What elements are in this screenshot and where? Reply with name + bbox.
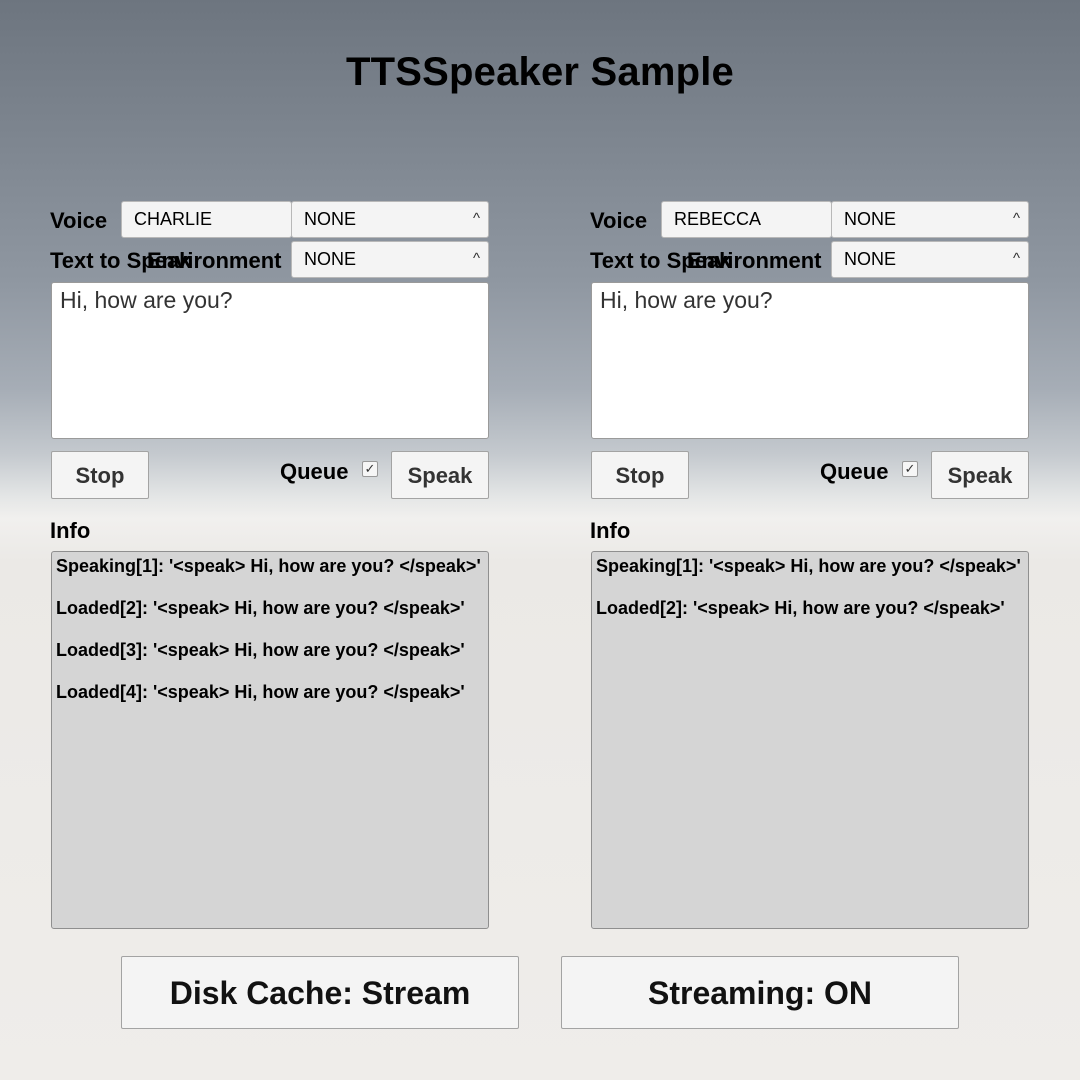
info-log-line: Loaded[2]: '<speak> Hi, how are you? </s… xyxy=(596,598,1005,618)
text-to-speak-input[interactable]: Hi, how are you? xyxy=(51,282,489,439)
speaker-panel-left: Voice CHARLIE NONE ^ Text to Speak Envir… xyxy=(50,200,490,930)
info-log-line: Speaking[1]: '<speak> Hi, how are you? <… xyxy=(56,556,481,576)
info-label: Info xyxy=(50,518,91,543)
chevron-up-icon: ^ xyxy=(1012,210,1020,227)
environment-dropdown[interactable]: NONE ^ xyxy=(291,241,489,278)
chevron-up-icon: ^ xyxy=(472,210,480,227)
check-icon: ✓ xyxy=(364,461,376,476)
info-log-line: Loaded[3]: '<speak> Hi, how are you? </s… xyxy=(56,640,465,660)
voice-label: Voice xyxy=(590,208,648,233)
environment-label: Environment xyxy=(147,248,282,273)
voice-dropdown[interactable]: NONE ^ xyxy=(831,201,1029,238)
queue-checkbox[interactable]: ✓ xyxy=(362,461,378,477)
voice-dropdown-value: NONE xyxy=(844,209,897,229)
disk-cache-button[interactable]: Disk Cache: Stream xyxy=(121,956,519,1029)
chevron-up-icon: ^ xyxy=(1012,250,1020,267)
page-title: TTSSpeaker Sample xyxy=(345,50,734,94)
info-log-line: Loaded[2]: '<speak> Hi, how are you? </s… xyxy=(56,598,465,618)
speak-button[interactable]: Speak xyxy=(931,451,1029,499)
environment-dropdown-value: NONE xyxy=(304,249,357,269)
info-log[interactable]: Speaking[1]: '<speak> Hi, how are you? <… xyxy=(591,551,1029,929)
voice-label: Voice xyxy=(50,208,108,233)
chevron-up-icon: ^ xyxy=(472,250,480,267)
streaming-button[interactable]: Streaming: ON xyxy=(561,956,959,1029)
queue-label: Queue xyxy=(820,459,889,484)
queue-checkbox[interactable]: ✓ xyxy=(902,461,918,477)
stop-button[interactable]: Stop xyxy=(51,451,149,499)
speak-button[interactable]: Speak xyxy=(391,451,489,499)
check-icon: ✓ xyxy=(904,461,916,476)
info-log-line: Speaking[1]: '<speak> Hi, how are you? <… xyxy=(596,556,1021,576)
info-log-line: Loaded[4]: '<speak> Hi, how are you? </s… xyxy=(56,682,465,702)
info-log[interactable]: Speaking[1]: '<speak> Hi, how are you? <… xyxy=(51,551,489,929)
voice-name-field[interactable]: REBECCA xyxy=(661,201,832,238)
stop-button[interactable]: Stop xyxy=(591,451,689,499)
voice-dropdown-value: NONE xyxy=(304,209,357,229)
text-to-speak-input[interactable]: Hi, how are you? xyxy=(591,282,1029,439)
speaker-panel-right: Voice REBECCA NONE ^ Text to Speak Envir… xyxy=(590,200,1030,930)
environment-label: Environment xyxy=(687,248,822,273)
info-label: Info xyxy=(590,518,631,543)
environment-dropdown[interactable]: NONE ^ xyxy=(831,241,1029,278)
environment-dropdown-value: NONE xyxy=(844,249,897,269)
voice-dropdown[interactable]: NONE ^ xyxy=(291,201,489,238)
queue-label: Queue xyxy=(280,459,349,484)
voice-name-field[interactable]: CHARLIE xyxy=(121,201,292,238)
